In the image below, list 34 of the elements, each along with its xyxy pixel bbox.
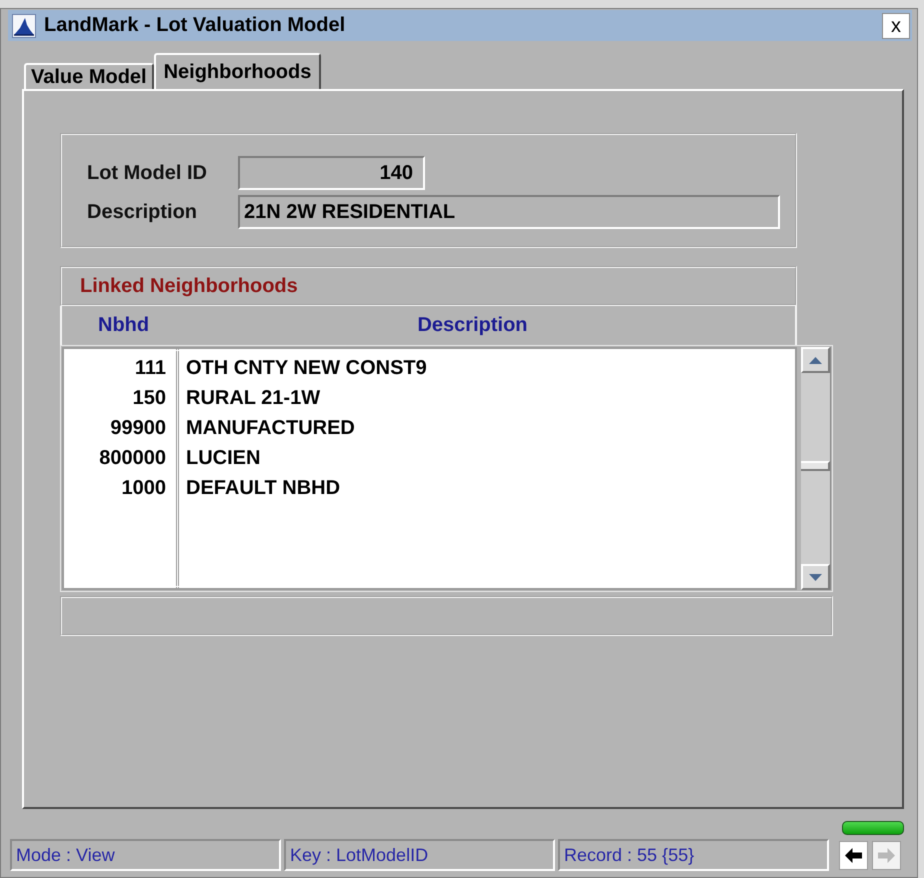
table-cell-text: LUCIEN bbox=[185, 446, 262, 471]
close-button[interactable]: x bbox=[882, 12, 910, 38]
table-cell-text: MANUFACTURED bbox=[185, 416, 356, 441]
table-cell-text: OTH CNTY NEW CONST9 bbox=[185, 356, 428, 381]
mountain-icon bbox=[12, 14, 36, 38]
scrollbar-thumb[interactable] bbox=[801, 461, 830, 471]
down-arrow-icon bbox=[809, 574, 822, 580]
tab[interactable]: Value Model bbox=[24, 63, 154, 89]
tab[interactable]: Neighborhoods bbox=[154, 53, 322, 89]
scroll-up-button[interactable] bbox=[801, 347, 830, 373]
table-cell-text: 150 bbox=[132, 386, 167, 411]
table-cell-text: RURAL 21-1W bbox=[185, 386, 322, 411]
column-header: Description bbox=[417, 314, 528, 337]
scrollbar[interactable] bbox=[801, 347, 831, 590]
field-label: Description bbox=[87, 200, 198, 224]
input-field[interactable]: 21N 2W RESIDENTIAL bbox=[238, 195, 780, 229]
up-arrow-icon bbox=[809, 356, 822, 364]
table-cell-text: 111 bbox=[134, 356, 167, 381]
section-title: Linked Neighborhoods bbox=[80, 274, 298, 298]
field-label: Lot Model ID bbox=[87, 160, 208, 186]
input-field[interactable]: 140 bbox=[238, 156, 425, 190]
status-panel: Key : LotModelID bbox=[284, 839, 555, 871]
table-cell-text: 800000 bbox=[98, 446, 167, 471]
status-panel: Record : 55 {55} bbox=[558, 839, 829, 871]
window-title: LandMark - Lot Valuation Model bbox=[44, 14, 346, 37]
previous-button[interactable] bbox=[839, 840, 868, 870]
left-arrow-icon bbox=[845, 848, 862, 862]
table-cell-text: 99900 bbox=[109, 416, 167, 441]
table-cell-text: 1000 bbox=[120, 476, 167, 501]
status-panel: Mode : View bbox=[10, 839, 281, 871]
scroll-down-button[interactable] bbox=[801, 564, 830, 590]
right-arrow-icon bbox=[878, 848, 895, 862]
table-cell-text: DEFAULT NBHD bbox=[185, 476, 342, 501]
column-header: Nbhd bbox=[97, 314, 150, 337]
